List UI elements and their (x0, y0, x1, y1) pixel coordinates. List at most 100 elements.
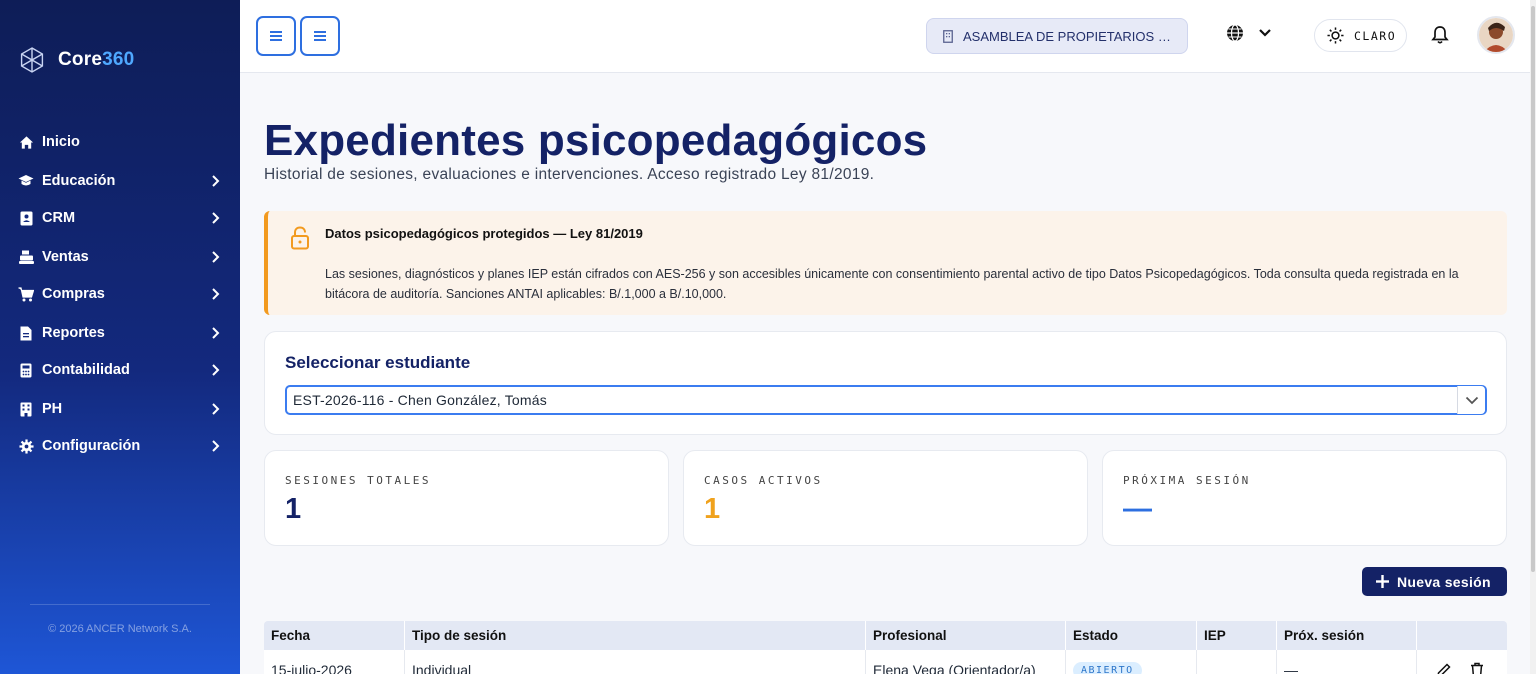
calculator-icon (18, 362, 34, 378)
student-selector-card: Seleccionar estudiante EST-2026-116 - Ch… (264, 331, 1507, 435)
sidebar-item-inicio[interactable]: Inicio (0, 125, 240, 159)
sidebar-item-configuracion[interactable]: Configuración (0, 429, 240, 463)
chevron-right-icon (212, 175, 220, 187)
copyright-text: © 2026 ANCER Network S.A. (48, 623, 192, 635)
sidebar-item-label: Reportes (42, 325, 105, 341)
stat-card-sessions: SESIONES TOTALES 1 (264, 450, 669, 546)
sidebar-divider (30, 604, 210, 605)
dropdown-toggle[interactable] (1457, 386, 1485, 414)
column-header-estado[interactable]: Estado (1066, 621, 1197, 650)
cell-actions (1417, 650, 1507, 674)
chevron-right-icon (212, 440, 220, 452)
cell-profesional: Elena Vega (Orientador/a) (866, 650, 1066, 674)
table-header: Fecha Tipo de sesión Profesional Estado … (264, 621, 1507, 650)
cell-prox-sesion: — (1277, 650, 1417, 674)
new-session-button[interactable]: Nueva sesión (1362, 567, 1507, 596)
theme-label: CLARO (1354, 28, 1397, 43)
organization-selector[interactable]: ASAMBLEA DE PROPIETARIOS DE ... (926, 18, 1188, 54)
stat-value: 1 (285, 493, 302, 525)
sidebar-item-educacion[interactable]: Educación (0, 164, 240, 198)
topbar: ASAMBLEA DE PROPIETARIOS DE ... CLARO (240, 0, 1530, 73)
column-header-iep[interactable]: IEP (1197, 621, 1277, 650)
edit-icon[interactable] (1436, 662, 1452, 674)
privacy-alert: Datos psicopedagógicos protegidos — Ley … (264, 211, 1507, 315)
column-header-profesional[interactable]: Profesional (866, 621, 1066, 650)
logo-mark-icon (20, 47, 44, 73)
toggle-sidebar-button[interactable] (256, 16, 296, 56)
page-title: Expedientes psicopedagógicos (264, 116, 928, 165)
page-scrollbar[interactable] (1530, 0, 1536, 674)
plus-icon (1376, 575, 1389, 588)
chevron-right-icon (212, 288, 220, 300)
scrollbar-thumb[interactable] (1531, 6, 1535, 572)
menu-icon (270, 31, 282, 41)
row-actions (1424, 662, 1484, 674)
bell-icon (1431, 26, 1449, 44)
chevron-right-icon (212, 212, 220, 224)
status-badge: ABIERTO (1073, 661, 1142, 674)
stat-card-active-cases: CASOS ACTIVOS 1 (683, 450, 1088, 546)
new-session-label: Nueva sesión (1397, 573, 1491, 590)
file-report-icon (18, 325, 34, 341)
gear-icon (18, 438, 34, 454)
alert-body: Las sesiones, diagnósticos y planes IEP … (325, 267, 1459, 301)
cell-estado: ABIERTO (1066, 650, 1197, 674)
building-icon (18, 401, 34, 417)
menu-button[interactable] (300, 16, 340, 56)
sidebar-item-compras[interactable]: Compras (0, 277, 240, 311)
chevron-right-icon (212, 364, 220, 376)
chevron-right-icon (212, 251, 220, 263)
table-row[interactable]: 15-julio-2026 Individual Elena Vega (Ori… (264, 650, 1507, 674)
sidebar-item-label: Compras (42, 286, 105, 302)
lock-icon (291, 226, 309, 250)
stat-card-next-session: PRÓXIMA SESIÓN — (1102, 450, 1507, 546)
alert-title: Datos psicopedagógicos protegidos — Ley … (325, 226, 643, 241)
address-book-icon (18, 210, 34, 226)
stat-value: 1 (704, 493, 721, 525)
notifications-button[interactable] (1431, 25, 1449, 50)
cash-register-icon (18, 249, 34, 265)
sidebar-item-ventas[interactable]: Ventas (0, 240, 240, 274)
column-header-prox-sesion[interactable]: Próx. sesión (1277, 621, 1417, 650)
language-selector[interactable] (1226, 24, 1272, 42)
organization-name: ASAMBLEA DE PROPIETARIOS DE ... (963, 28, 1173, 44)
sun-icon (1327, 27, 1344, 44)
cell-tipo: Individual (405, 650, 866, 674)
sidebar-item-reportes[interactable]: Reportes (0, 316, 240, 350)
chevron-down-icon (1465, 396, 1478, 404)
chevron-right-icon (212, 403, 220, 415)
chevron-down-icon (1259, 29, 1271, 37)
column-header-actions (1417, 621, 1507, 650)
avatar[interactable] (1477, 16, 1515, 54)
sidebar-item-ph[interactable]: PH (0, 392, 240, 426)
sidebar-item-contabilidad[interactable]: Contabilidad (0, 353, 240, 387)
home-icon (18, 134, 34, 150)
column-header-fecha[interactable]: Fecha (264, 621, 405, 650)
student-select-value: EST-2026-116 - Chen González, Tomás (293, 392, 547, 408)
menu-icon (314, 31, 326, 41)
shopping-cart-icon (18, 286, 34, 302)
building-icon (943, 29, 953, 43)
cell-iep (1197, 650, 1277, 674)
sidebar: Core360 Inicio Educación CRM Ventas Comp… (0, 0, 240, 674)
brand-name: Core360 (58, 49, 135, 70)
stat-label: PRÓXIMA SESIÓN (1123, 474, 1251, 487)
stat-label: CASOS ACTIVOS (704, 474, 823, 487)
sidebar-item-label: Educación (42, 173, 116, 189)
student-select[interactable]: EST-2026-116 - Chen González, Tomás (285, 385, 1487, 415)
sidebar-item-crm[interactable]: CRM (0, 201, 240, 235)
sidebar-item-label: Inicio (42, 134, 80, 150)
sidebar-item-label: CRM (42, 210, 76, 226)
theme-toggle[interactable]: CLARO (1314, 19, 1407, 52)
user-avatar-icon (1479, 18, 1513, 52)
sidebar-item-label: Ventas (42, 249, 89, 265)
brand-logo[interactable]: Core360 (18, 46, 134, 74)
student-selector-title: Seleccionar estudiante (285, 353, 471, 372)
chevron-right-icon (212, 327, 220, 339)
page-subtitle: Historial de sesiones, evaluaciones e in… (264, 166, 875, 183)
stat-value: — (1123, 493, 1152, 525)
column-header-tipo[interactable]: Tipo de sesión (405, 621, 866, 650)
stat-label: SESIONES TOTALES (285, 474, 431, 487)
trash-icon[interactable] (1470, 662, 1484, 674)
cell-fecha: 15-julio-2026 (264, 650, 405, 674)
